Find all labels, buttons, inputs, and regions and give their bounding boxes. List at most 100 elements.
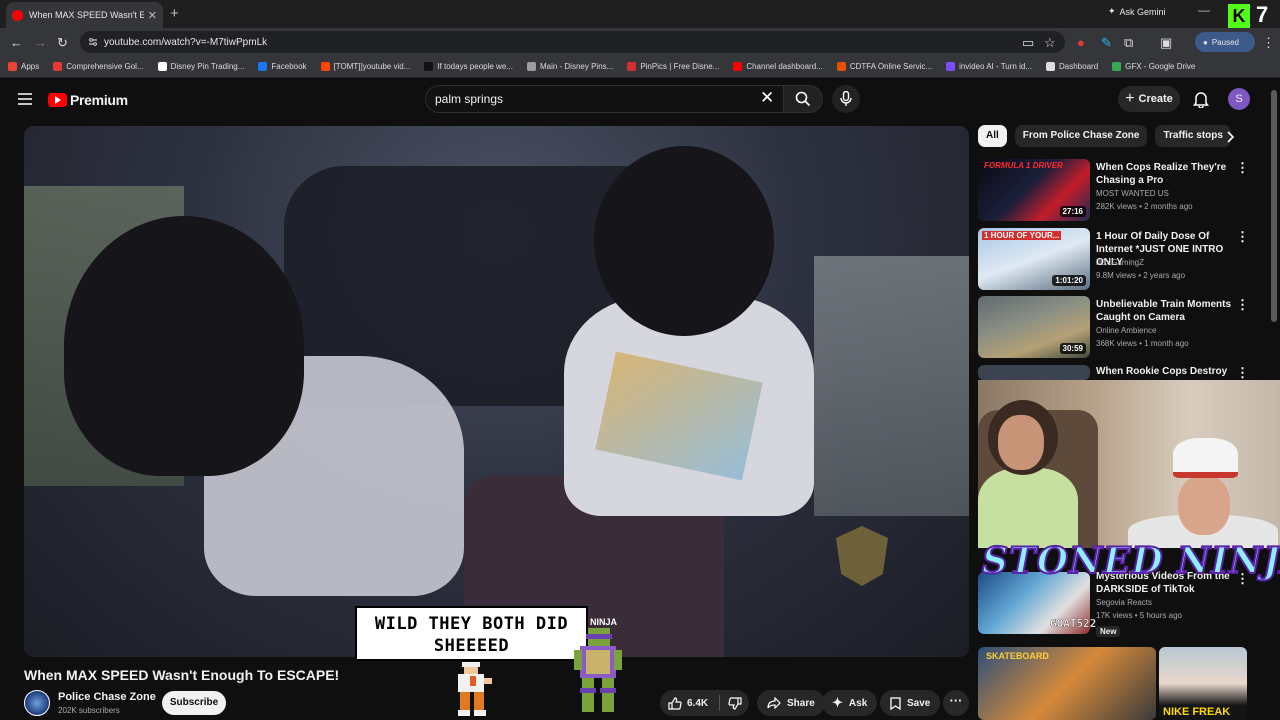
goat-tag: GOAT522 bbox=[1050, 617, 1097, 630]
recommendation-thumbnail[interactable]: 1 HOUR OF YOUR... 1:01:20 bbox=[978, 228, 1090, 290]
page-scrollbar[interactable] bbox=[1271, 90, 1277, 322]
recommendation-menu-icon[interactable]: ⋮ bbox=[1236, 230, 1249, 243]
bookmark-item[interactable]: invideo AI - Turn id... bbox=[946, 62, 1032, 71]
ask-label: Ask bbox=[848, 697, 868, 709]
recommendation-title: When Cops Realize They're Chasing a Pro bbox=[1096, 162, 1227, 186]
webcam-person-right-cap bbox=[1173, 438, 1238, 478]
bookmark-item[interactable]: Disney Pin Trading... bbox=[157, 62, 244, 71]
more-actions-button[interactable]: ··· bbox=[943, 690, 969, 716]
search-button[interactable] bbox=[783, 85, 823, 113]
ask-button[interactable]: ✦ Ask bbox=[822, 690, 878, 716]
recommendation-item[interactable]: 30:59 Unbelievable Train Moments Caught … bbox=[978, 296, 1249, 358]
bookmark-item[interactable]: CDTFA Online Servic... bbox=[836, 62, 932, 71]
recommendation-menu-icon[interactable]: ⋮ bbox=[1236, 366, 1249, 379]
recommendation-thumbnail[interactable]: SKATEBOARD bbox=[978, 647, 1156, 720]
pixel-character-sprite bbox=[458, 662, 492, 716]
duration-badge: 30:59 bbox=[1059, 343, 1086, 354]
bookmark-star-icon[interactable]: ☆ bbox=[1044, 35, 1056, 51]
bookmark-favicon-icon bbox=[526, 62, 536, 71]
bookmark-label: Comprehensive Gol... bbox=[66, 62, 144, 71]
thumbnail-text: FORMULA 1 DRIVER bbox=[984, 161, 1063, 170]
video-person-right-head bbox=[594, 146, 774, 336]
subscribe-button[interactable]: Subscribe bbox=[162, 691, 226, 715]
channel-name[interactable]: Police Chase Zone bbox=[58, 691, 156, 703]
new-tab-button[interactable]: + bbox=[170, 5, 179, 22]
recommendation-menu-icon[interactable]: ⋮ bbox=[1236, 298, 1249, 311]
recommendation-thumbnail[interactable]: FORMULA 1 DRIVER 27:16 bbox=[978, 159, 1090, 221]
bookmark-item[interactable]: PinPics | Free Disne... bbox=[627, 62, 719, 71]
save-button[interactable]: Save bbox=[880, 690, 941, 716]
address-bar[interactable]: youtube.com/watch?v=-M7tiwPpmLk bbox=[80, 31, 1065, 53]
extension-blue-icon[interactable]: ✎ bbox=[1101, 35, 1112, 51]
like-button[interactable]: 6.4K bbox=[660, 695, 720, 711]
tab-search-icon[interactable]: ▣ bbox=[1160, 35, 1172, 51]
recommendation-thumbnail[interactable] bbox=[978, 365, 1090, 380]
extensions-puzzle-icon[interactable]: ⧉ bbox=[1124, 35, 1133, 51]
video-player[interactable] bbox=[24, 126, 969, 657]
chip-traffic-stops[interactable]: Traffic stops bbox=[1155, 125, 1231, 147]
cast-icon[interactable]: ▭ bbox=[1022, 35, 1034, 51]
hamburger-menu-icon[interactable] bbox=[18, 93, 32, 105]
new-badge: New bbox=[1096, 626, 1121, 637]
bookmark-item[interactable]: GFX - Google Drive bbox=[1112, 62, 1195, 71]
recommendation-thumbnail[interactable]: NIKE FREAK bbox=[1159, 647, 1247, 720]
voice-search-button[interactable] bbox=[832, 85, 860, 113]
extension-red-icon[interactable]: ● bbox=[1077, 35, 1085, 50]
bookmark-label: Dashboard bbox=[1059, 62, 1099, 71]
bookmark-item[interactable]: Main - Disney Pins... bbox=[526, 62, 613, 71]
minimize-window-button[interactable]: — bbox=[1198, 3, 1210, 17]
bookmark-item[interactable]: Comprehensive Gol... bbox=[53, 62, 144, 71]
like-count: 6.4K bbox=[687, 697, 709, 709]
profile-paused-button[interactable]: ● Paused bbox=[1195, 32, 1255, 52]
site-info-icon[interactable] bbox=[88, 37, 98, 47]
dislike-button[interactable] bbox=[720, 696, 742, 710]
chips-next-chevron-icon[interactable] bbox=[1225, 131, 1235, 143]
bookmark-label: If todays people we... bbox=[437, 62, 513, 71]
bookmark-item[interactable]: [TOMT]]youtube vid... bbox=[320, 62, 410, 71]
back-button[interactable]: ← bbox=[10, 35, 23, 50]
bookmark-favicon-icon bbox=[53, 62, 63, 71]
webcam-person-right-face bbox=[1178, 475, 1230, 535]
search-input[interactable]: palm springs bbox=[425, 85, 785, 113]
reload-button[interactable]: ↻ bbox=[57, 35, 68, 51]
bookmark-item[interactable]: Channel dashboard... bbox=[733, 62, 823, 71]
close-tab-icon[interactable]: ✕ bbox=[148, 9, 157, 22]
share-button[interactable]: Share bbox=[757, 690, 825, 716]
youtube-premium-logo[interactable]: Premium bbox=[48, 92, 128, 108]
account-avatar[interactable]: S bbox=[1228, 88, 1250, 110]
recommendation-item[interactable]: FORMULA 1 DRIVER 27:16 When Cops Realize… bbox=[978, 159, 1249, 221]
recommendation-item[interactable]: 1 HOUR OF YOUR... 1:01:20 1 Hour Of Dail… bbox=[978, 228, 1249, 290]
channel-avatar[interactable] bbox=[24, 690, 50, 716]
webcam-person-left-face bbox=[998, 415, 1044, 470]
bookmark-item[interactable]: Apps bbox=[8, 62, 39, 71]
browser-menu-icon[interactable]: ⋮ bbox=[1262, 35, 1275, 51]
recommendation-item[interactable]: SKATEBOARD bbox=[978, 647, 1156, 720]
recommendation-thumbnail[interactable]: 30:59 bbox=[978, 296, 1090, 358]
bookmark-label: Facebook bbox=[271, 62, 307, 71]
share-arrow-icon bbox=[767, 697, 781, 709]
video-title: When MAX SPEED Wasn't Enough To ESCAPE! bbox=[24, 667, 340, 683]
recommendation-channel: JDXGamingZ bbox=[1096, 258, 1145, 267]
bookmark-item[interactable]: Dashboard bbox=[1046, 62, 1098, 71]
bookmark-favicon-icon bbox=[157, 62, 167, 71]
recommendation-title: Unbelievable Train Moments Caught on Cam… bbox=[1096, 299, 1232, 323]
chip-all[interactable]: All bbox=[978, 125, 1007, 147]
recommendation-menu-icon[interactable]: ⋮ bbox=[1236, 161, 1249, 174]
create-label: Create bbox=[1138, 93, 1173, 105]
recommendation-item[interactable]: When Rookie Cops Destroy ⋮ bbox=[978, 365, 1249, 380]
recommendation-title: When Rookie Cops Destroy bbox=[1096, 366, 1228, 377]
recommendation-meta: 17K views • 5 hours ago bbox=[1096, 611, 1182, 620]
ask-gemini-button[interactable]: ✦ Ask Gemini bbox=[1108, 6, 1166, 17]
browser-tab[interactable]: When MAX SPEED Wasn't Enou ✕ bbox=[6, 2, 163, 28]
create-button[interactable]: + Create bbox=[1118, 86, 1180, 112]
forward-button[interactable]: → bbox=[34, 35, 47, 50]
clear-search-icon[interactable]: ✕ bbox=[760, 89, 774, 107]
chip-from-channel[interactable]: From Police Chase Zone bbox=[1014, 125, 1148, 147]
bookmark-item[interactable]: Facebook bbox=[258, 62, 307, 71]
bookmark-favicon-icon bbox=[627, 62, 637, 71]
stoned-ninja-overlay-text: STONED NINJA bbox=[981, 539, 1280, 583]
tab-title: When MAX SPEED Wasn't Enou bbox=[29, 10, 144, 20]
notifications-bell-icon[interactable] bbox=[1193, 90, 1209, 108]
bookmark-favicon-icon bbox=[1046, 62, 1055, 71]
bookmark-item[interactable]: If todays people we... bbox=[424, 62, 513, 71]
